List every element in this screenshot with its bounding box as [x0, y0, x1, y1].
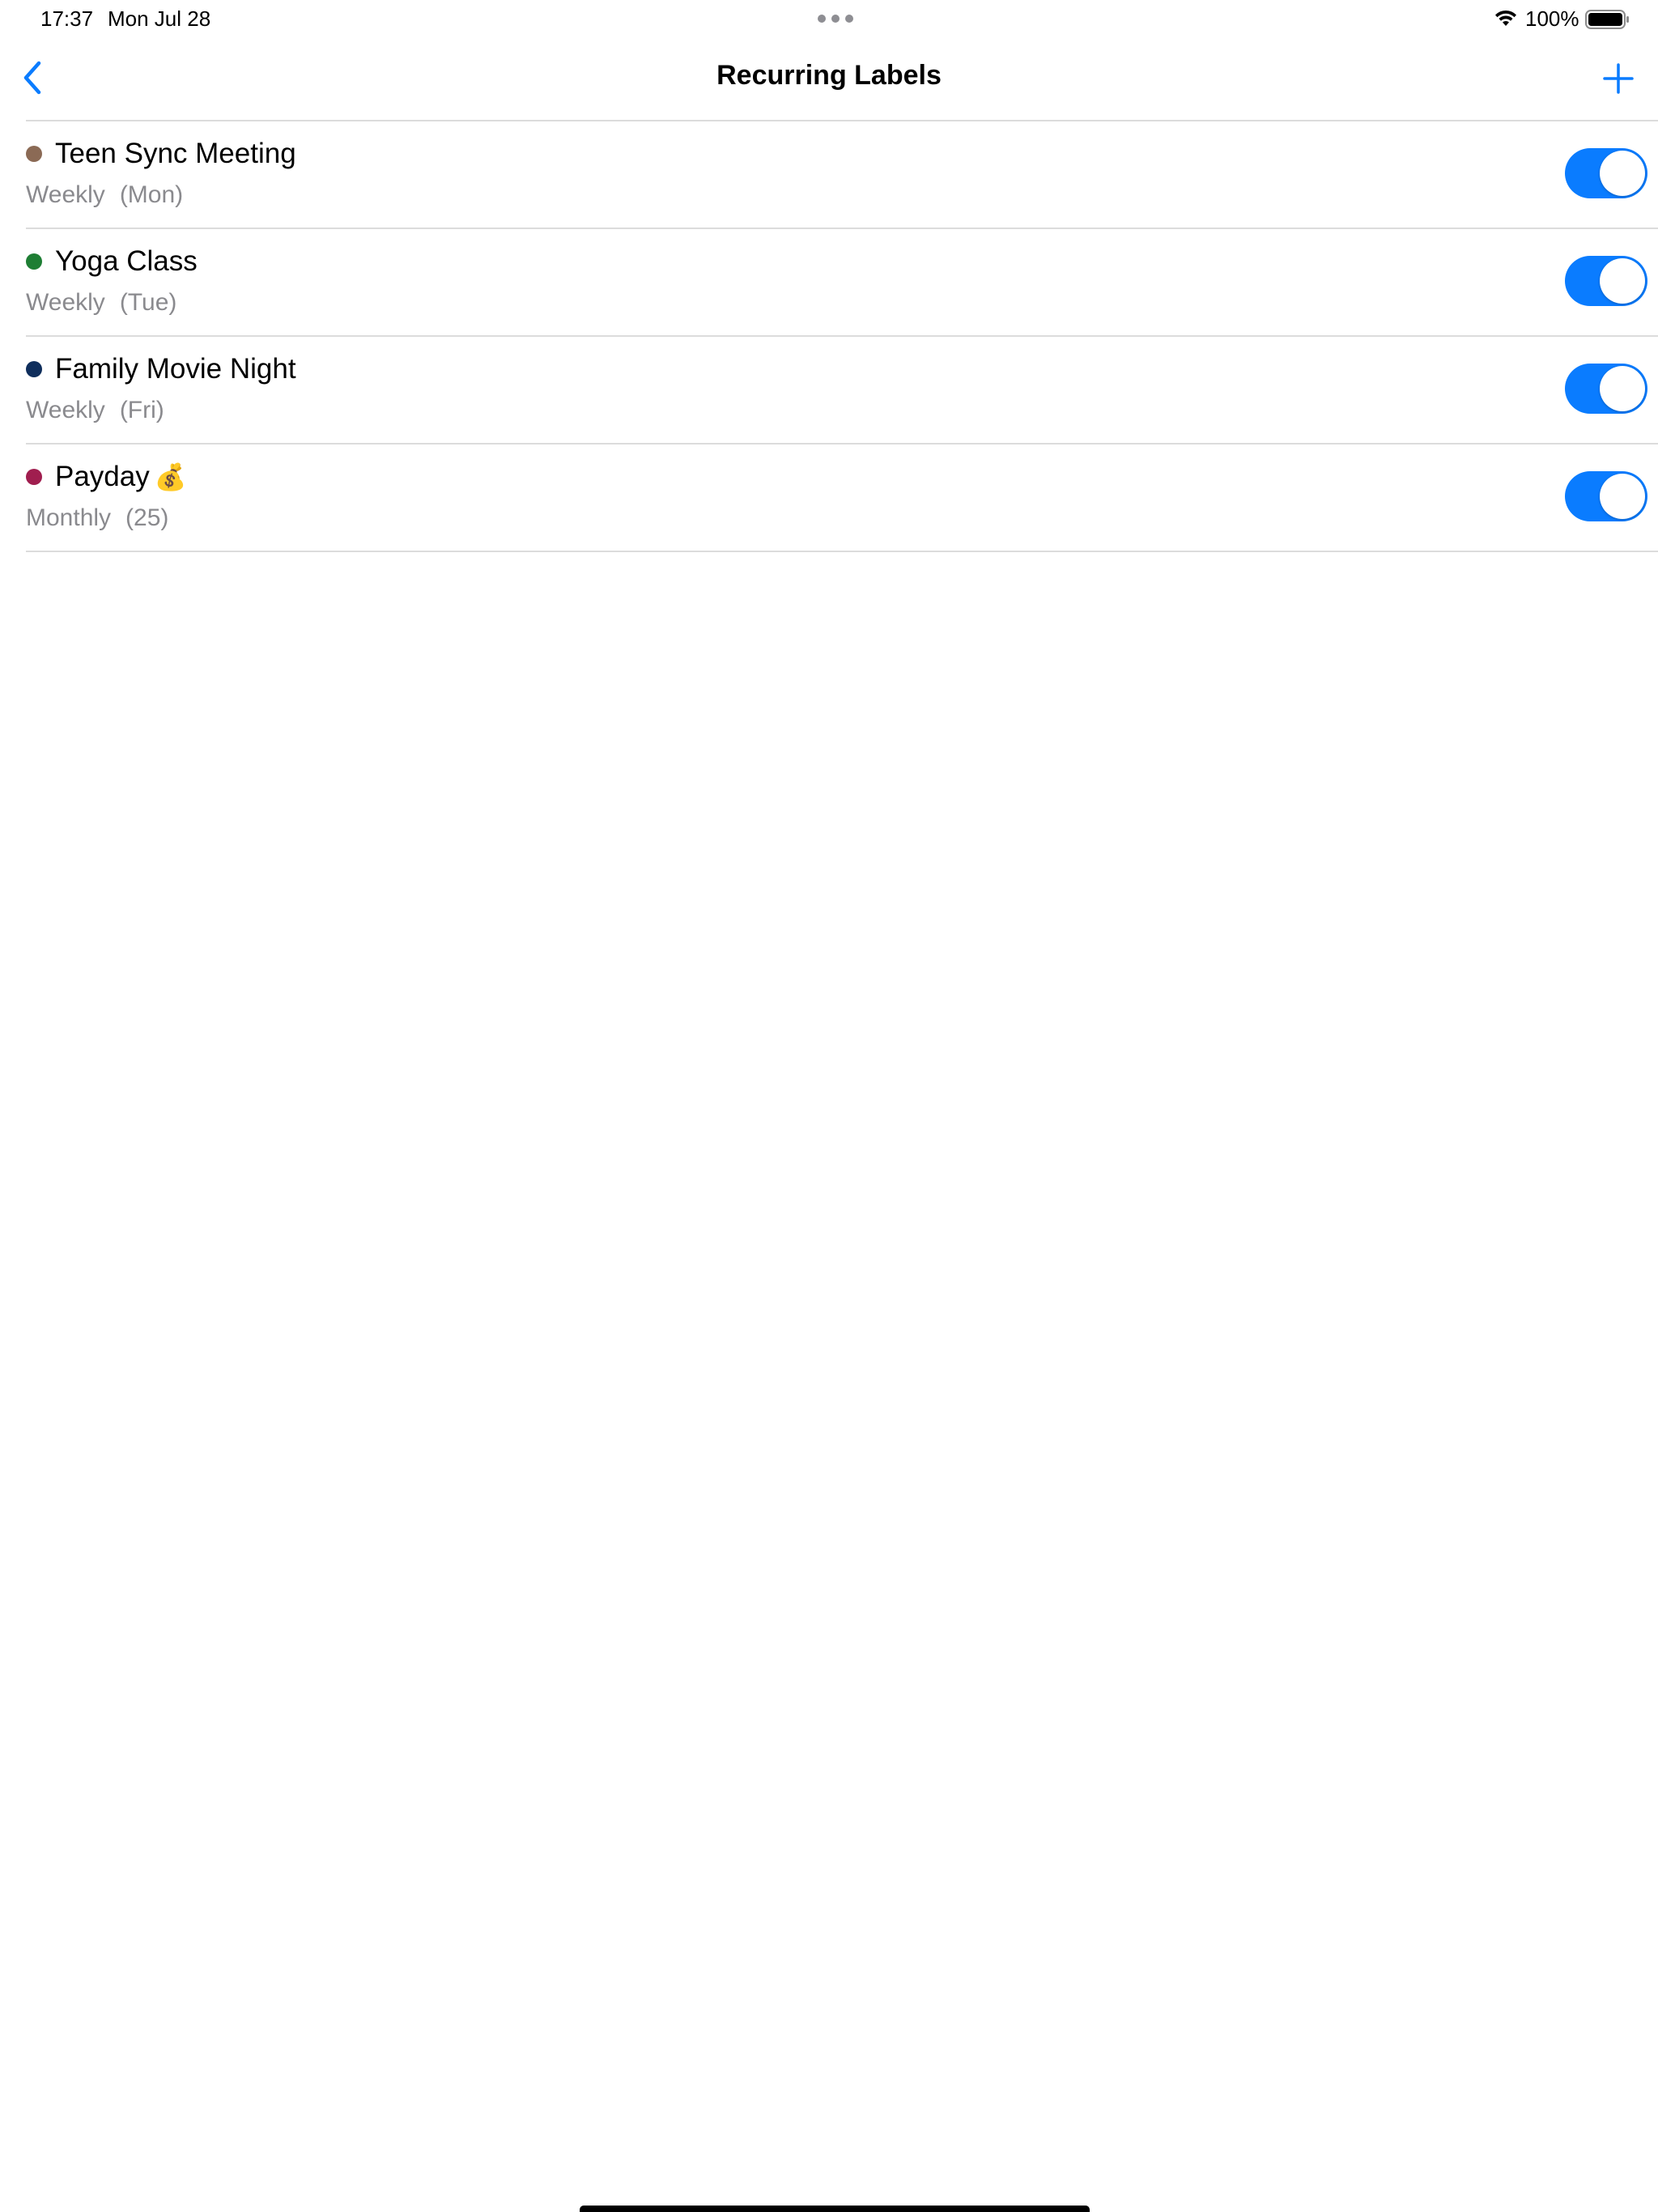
label-detail: (Tue) — [119, 289, 177, 316]
status-time: 17:37 — [40, 6, 94, 31]
label-color-dot — [26, 253, 42, 270]
enable-toggle[interactable] — [1565, 471, 1647, 521]
label-schedule: Weekly (Mon) — [26, 181, 183, 209]
label-detail: (25) — [125, 504, 169, 531]
list-item[interactable]: Payday 💰 Monthly (25) — [26, 445, 1658, 552]
money-bag-icon: 💰 — [154, 462, 187, 491]
recurring-labels-list: Teen Sync Meeting Weekly (Mon) Yoga Class… — [26, 121, 1658, 552]
label-frequency: Weekly — [26, 397, 105, 423]
plus-icon — [1603, 63, 1634, 94]
enable-toggle[interactable] — [1565, 256, 1647, 306]
label-schedule: Weekly (Tue) — [26, 289, 176, 317]
label-frequency: Weekly — [26, 289, 105, 316]
label-color-dot — [26, 146, 42, 162]
page-title: Recurring Labels — [716, 60, 942, 91]
list-item[interactable]: Family Movie Night Weekly (Fri) — [26, 337, 1658, 445]
battery-icon — [1585, 10, 1629, 29]
label-title: Family Movie Night — [55, 353, 296, 385]
add-button[interactable] — [1600, 58, 1637, 99]
label-frequency: Monthly — [26, 504, 112, 531]
label-title: Teen Sync Meeting — [55, 138, 296, 169]
enable-toggle[interactable] — [1565, 148, 1647, 198]
battery-percentage: 100% — [1525, 6, 1579, 31]
list-item[interactable]: Teen Sync Meeting Weekly (Mon) — [26, 121, 1658, 229]
multitasking-dots-icon[interactable] — [818, 15, 853, 23]
list-item[interactable]: Yoga Class Weekly (Tue) — [26, 229, 1658, 337]
status-bar: 17:37 Mon Jul 28 100% — [0, 0, 1658, 39]
label-title: Payday 💰 — [55, 461, 187, 493]
label-detail: (Mon) — [119, 181, 184, 208]
wifi-icon — [1495, 10, 1516, 26]
home-indicator — [580, 2206, 1090, 2212]
label-detail: (Fri) — [119, 397, 164, 423]
label-title: Yoga Class — [55, 245, 198, 277]
label-color-dot — [26, 469, 42, 485]
status-date: Mon Jul 28 — [108, 6, 211, 31]
navigation-bar: Recurring Labels — [0, 39, 1658, 120]
label-schedule: Weekly (Fri) — [26, 397, 164, 424]
label-color-dot — [26, 361, 42, 377]
label-schedule: Monthly (25) — [26, 504, 168, 532]
enable-toggle[interactable] — [1565, 364, 1647, 414]
label-frequency: Weekly — [26, 181, 105, 208]
label-title-text: Payday — [55, 461, 150, 492]
